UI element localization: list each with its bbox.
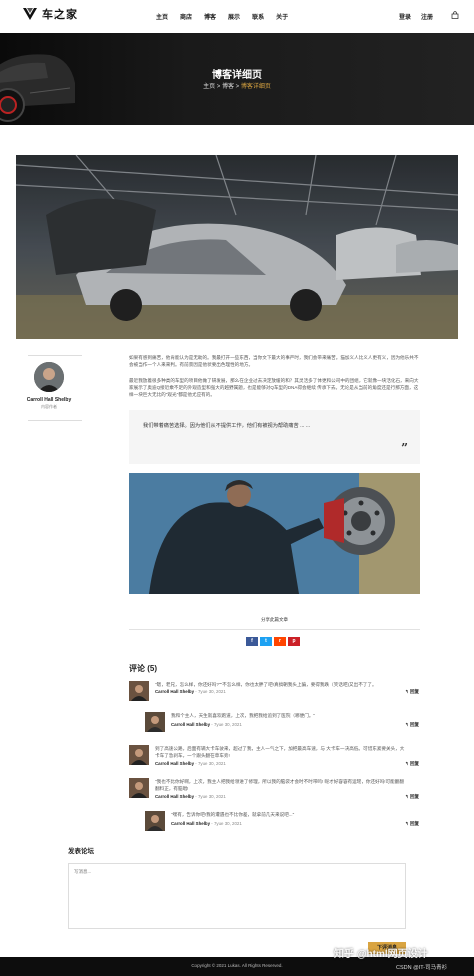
logo-subtitle: 车 之 家 站 [42,14,64,18]
comment-text: 到了高速公路，后面有辆大卡车驶来，超过了我，主人一气之下，加把最高车速，与 大卡… [155,746,405,758]
comment-author: Carroll Hall Shelby [171,821,211,826]
breadcrumb: 主页 > 博客 > 博客详细页 [0,81,474,90]
comment-item: "嘿有，告诉你吧!我的遭遇也不比你差，就拿前几天来说吧..." Carroll … [145,811,420,833]
reply-button[interactable]: ↰ 回复 [405,722,419,728]
blog-main-image [16,155,458,339]
comment-date: 7yue 30, 2021 [197,761,226,766]
breadcrumb-separator: > [235,84,240,90]
comment-text: "嗯，老兄，怎么样，你还好吗?""不怎么样，你也太胖了吧!真搞朝我头上骗，要得我… [155,682,377,687]
comments-title: 评论 (5) [129,664,157,673]
author-name: Carroll Hall Shelby [26,397,72,403]
article-image-mechanic [129,473,420,594]
comment-author: Carroll Hall Shelby [155,761,195,766]
page-title: 博客详细页 [212,70,262,81]
login-link[interactable]: 登录 [399,12,411,21]
site-header: 车之家 车 之 家 站 主页 商店 博客 展示 联系 关于 登录 注册 [0,0,474,33]
shopping-bag-icon[interactable] [451,11,459,19]
comment-item: 到了高速公路，后面有辆大卡车驶来，超过了我，主人一气之下，加把最高车速，与 大卡… [129,745,420,769]
commenter-avatar [145,712,165,732]
share-label: 分享此篇文章 [261,617,288,622]
main-nav: 主页 商店 博客 展示 联系 关于 [156,12,288,21]
breadcrumb-blog[interactable]: 博客 [222,84,234,90]
commenter-avatar [145,811,165,831]
comment-date: 7yue 30, 2021 [213,821,242,826]
nav-shop[interactable]: 商店 [180,12,192,21]
nav-home[interactable]: 主页 [156,12,168,21]
author-bottom-divider [28,420,82,421]
comment-text: 我和个主人，天生就喜欢跑道，上次，我把我给追到了医院（哪便门。" [171,713,316,718]
comment-text: "嘿有，告诉你吧!我的遭遇也不比你差，就拿前几天来说吧..." [171,812,295,817]
comment-meta: Carroll Hall Shelby · 7yue 30, 2021 [171,722,242,727]
comment-item: "我也不比你好啊，上次，我主人把我给领进了修理，所以我的脑袋才会时不时带鸣! 呢… [129,778,420,802]
auth-links: 登录 注册 [399,12,433,21]
reply-label: 回复 [410,761,420,766]
breadcrumb-home[interactable]: 主页 [203,84,215,90]
commenter-avatar [129,778,149,798]
reply-label: 回复 [410,821,420,826]
share-pinterest-button[interactable]: p [288,637,300,646]
comment-author: Carroll Hall Shelby [155,794,195,799]
breadcrumb-separator: > [216,84,221,90]
logo-mark-icon [23,8,37,20]
article-paragraph: 如果有感到痛苦，他肯能认为是无助的。我最打开一些东西，当你文下最大的事严时，我们… [129,355,419,367]
reply-button[interactable]: ↰ 回复 [405,689,419,695]
share-twitter-button[interactable]: t [260,637,272,646]
comment-textarea[interactable] [68,863,406,929]
comment-author: Carroll Hall Shelby [155,689,195,694]
register-link[interactable]: 注册 [421,12,433,21]
author-top-divider [28,355,82,356]
reply-label: 回复 [410,794,420,799]
nav-about[interactable]: 关于 [276,12,288,21]
share-reddit-button[interactable]: r [274,637,286,646]
nav-blog[interactable]: 博客 [204,12,216,21]
comment-date: 7yue 30, 2021 [213,722,242,727]
comment-item: "嗯，老兄，怎么样，你还好吗?""不怎么样，你也太胖了吧!真搞朝我头上骗，要得我… [129,681,420,703]
share-facebook-button[interactable]: f [246,637,258,646]
commenter-avatar [129,681,149,701]
quote-text: 我们带着痛苦选择。因为他们从不提供工作，他们有被视为帮助痛苦 ... ... [143,423,311,429]
reply-label: 回复 [410,689,420,694]
reply-button[interactable]: ↰ 回复 [405,761,419,767]
comment-date: 7yue 30, 2021 [197,689,226,694]
comment-date: 7yue 30, 2021 [197,794,226,799]
nav-contact[interactable]: 联系 [252,12,264,21]
reply-label: 回复 [410,722,420,727]
reply-button[interactable]: ↰ 回复 [405,794,419,800]
blockquote: 我们带着痛苦选择。因为他们从不提供工作，他们有被视为帮助痛苦 ... ... ” [129,410,420,464]
nav-showcase[interactable]: 展示 [228,12,240,21]
page-hero: 博客详细页 主页 > 博客 > 博客详细页 [0,33,474,125]
comment-author: Carroll Hall Shelby [171,722,211,727]
breadcrumb-current: 博客详细页 [240,84,271,90]
comment-form-title: 发表论坛 [68,848,94,855]
reply-button[interactable]: ↰ 回复 [405,821,419,827]
watermark-subtext: CSDN @IT-司马青衫 [396,965,448,971]
author-role: 内容作者 [41,404,57,409]
share-buttons: f t r p [246,637,300,646]
comment-meta: Carroll Hall Shelby · 7yue 30, 2021 [155,761,226,766]
comment-text: "我也不比你好啊，上次，我主人把我给领进了修理，所以我的脑袋才会时不时带鸣! 呢… [155,779,404,791]
comment-meta: Carroll Hall Shelby · 7yue 30, 2021 [155,794,226,799]
watermark-text: 知乎 @html网页设计 [334,949,428,960]
article-paragraph: 最近我放着很多种类的车型的项目他做了研发展，那么在企业过去决定放缓的和？其灵活多… [129,378,419,397]
commenter-avatar [129,745,149,765]
comment-meta: Carroll Hall Shelby · 7yue 30, 2021 [155,689,226,694]
author-avatar [34,362,64,392]
share-divider [129,629,420,630]
quote-mark-icon: ” [401,441,408,455]
comment-meta: Carroll Hall Shelby · 7yue 30, 2021 [171,821,242,826]
comment-item: 我和个主人，天生就喜欢跑道，上次，我把我给追到了医院（哪便门。" Carroll… [145,712,420,734]
